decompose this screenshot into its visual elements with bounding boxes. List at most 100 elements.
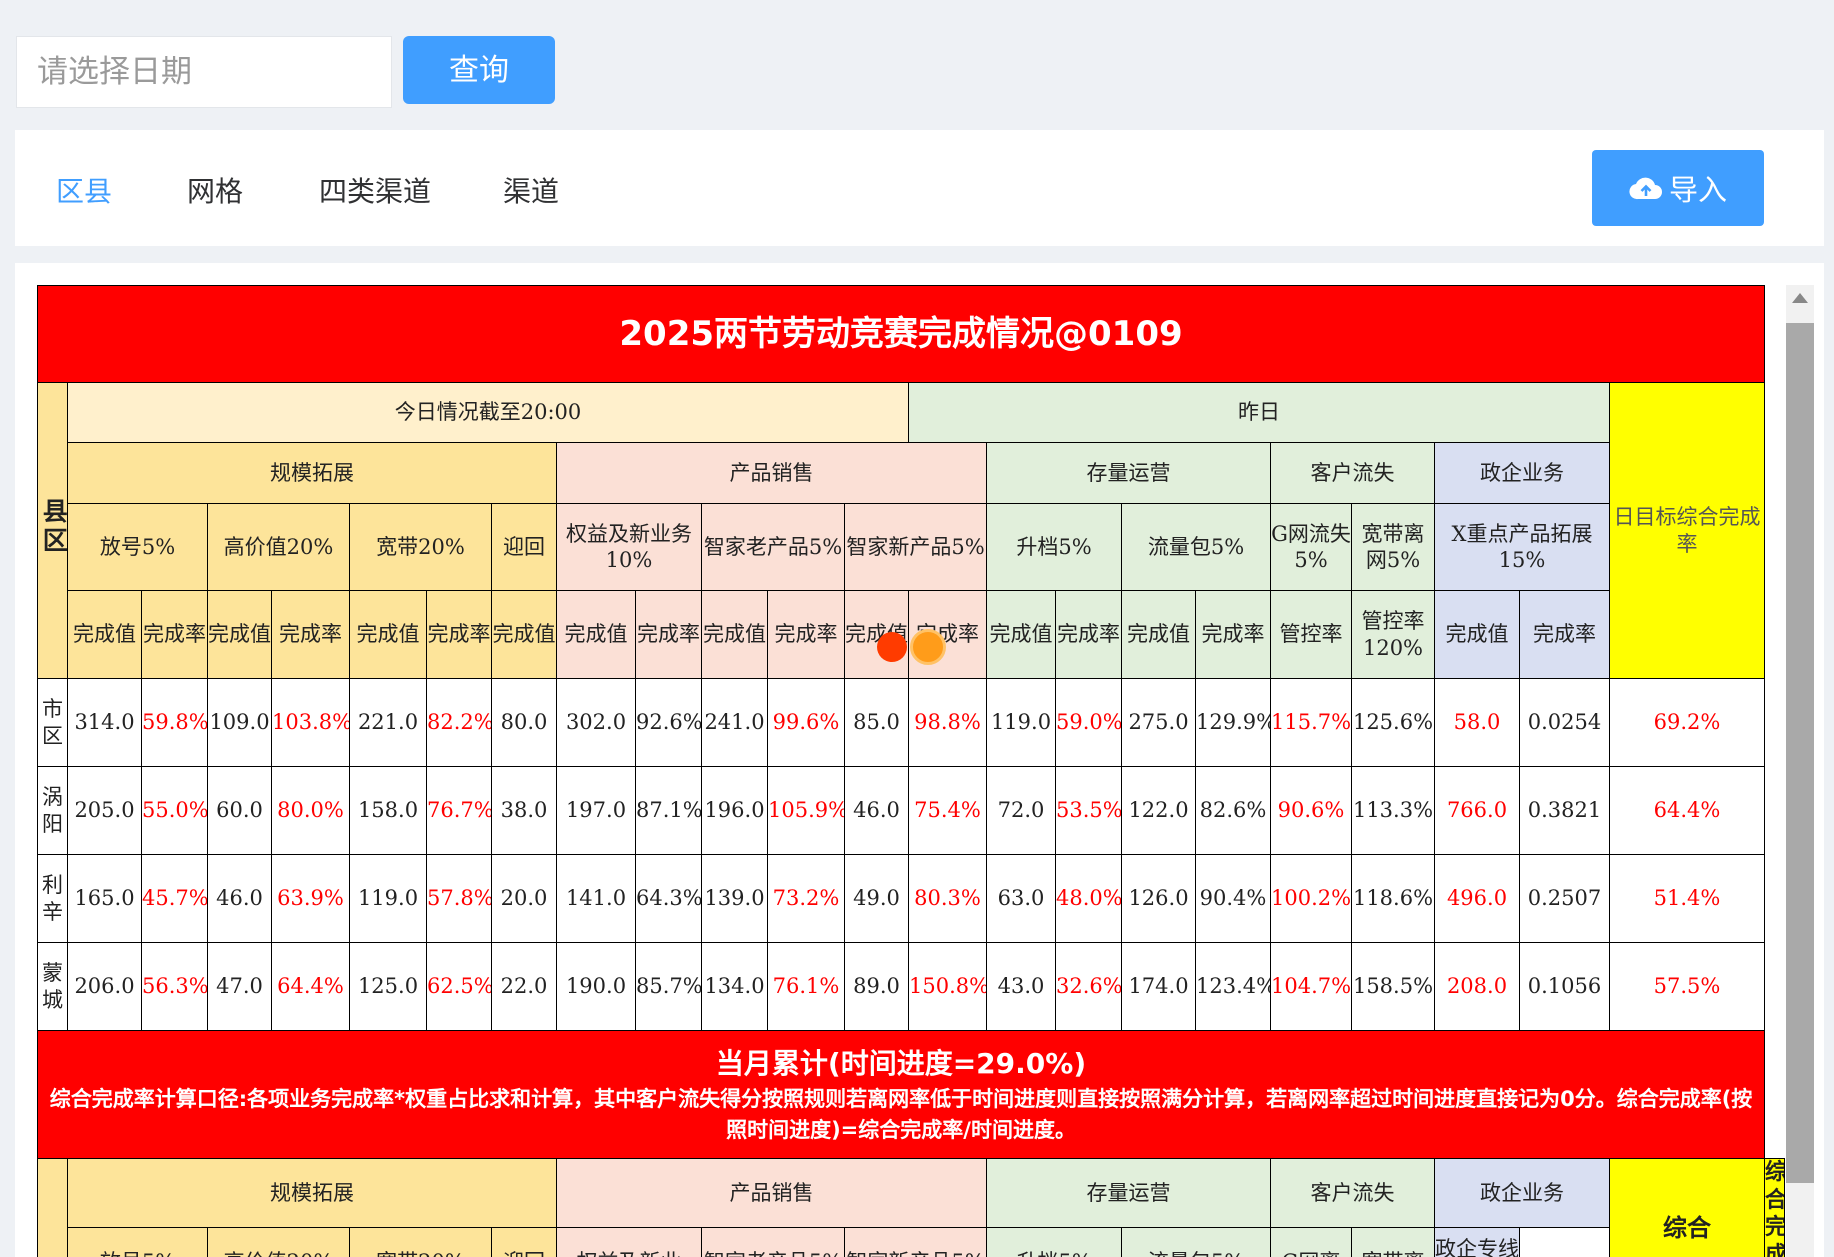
composite-header: 综合 <box>1608 1158 1766 1257</box>
month-title: 当月累计(时间进度=29.0%) <box>715 1046 1087 1080</box>
data-cell: 56.3% <box>141 942 208 1031</box>
metric-value: 完成值 <box>986 590 1056 679</box>
data-cell: 85.0 <box>844 678 909 767</box>
date-picker-input[interactable] <box>16 36 392 108</box>
data-cell: 22.0 <box>491 942 557 1031</box>
tab-channel[interactable]: 渠道 <box>503 170 559 210</box>
metric-value: 完成值 <box>207 590 272 679</box>
data-cell: 64.4% <box>271 942 350 1031</box>
cat-gov-2: 政企业务 <box>1434 1157 1610 1229</box>
data-cell: 46.0 <box>844 766 909 855</box>
data-cell: 119.0 <box>986 678 1056 767</box>
table-row: 涡阳 205.0 55.0% 60.0 80.0% 158.0 76.7% 38.0 197.0… <box>37 766 1785 855</box>
data-cell: 62.5% <box>426 942 492 1031</box>
data-cell: 119.0 <box>349 854 427 943</box>
metric-value: 完成值 <box>491 590 557 679</box>
data-cell: 241.0 <box>701 678 768 767</box>
metric-value: 完成值 <box>701 590 768 679</box>
sub-x-product: X重点产品拓展15% <box>1434 503 1610 591</box>
data-cell: 766.0 <box>1434 766 1520 855</box>
sub-shengdang: 升档5% <box>986 503 1122 591</box>
data-cell: 92.6% <box>635 678 702 767</box>
cloud-upload-icon <box>1629 177 1662 200</box>
cat-stock: 存量运营 <box>986 442 1271 504</box>
metric-control: 管控率 <box>1270 590 1352 679</box>
data-cell: 105.9% <box>767 766 845 855</box>
sub-gaojiazhi: 高价值20% <box>207 503 350 591</box>
data-cell: 122.0 <box>1121 766 1196 855</box>
data-cell: 73.2% <box>767 854 845 943</box>
data-cell: 63.0 <box>986 854 1056 943</box>
data-cell: 125.0 <box>349 942 427 1031</box>
scroll-up-arrow-icon[interactable] <box>1792 293 1808 303</box>
report-title: 2025两节劳动竞赛完成情况@0109 <box>36 285 1766 383</box>
import-button[interactable]: 导入 <box>1592 150 1764 226</box>
sub-g-churn-2: G网离 <box>1270 1227 1352 1257</box>
data-cell: 275.0 <box>1121 678 1196 767</box>
data-cell: 46.0 <box>207 854 272 943</box>
data-cell: 0.0254 <box>1519 678 1610 767</box>
cat-scale: 规模拓展 <box>67 442 557 504</box>
data-cell: 58.0 <box>1434 678 1520 767</box>
data-cell: 139.0 <box>701 854 768 943</box>
scrollbar-thumb[interactable] <box>1786 323 1814 1183</box>
data-cell: 190.0 <box>556 942 636 1031</box>
data-cell: 314.0 <box>67 678 142 767</box>
data-cell: 87.1% <box>635 766 702 855</box>
total-rate-cell: 69.2% <box>1608 678 1766 767</box>
tab-bar: 区县 网格 四类渠道 渠道 导入 <box>15 130 1824 246</box>
data-cell: 100.2% <box>1270 854 1352 943</box>
data-cell: 76.7% <box>426 766 492 855</box>
metric-rate: 完成率 <box>1519 590 1610 679</box>
data-cell: 48.0% <box>1055 854 1122 943</box>
vertical-scrollbar[interactable] <box>1786 285 1814 1257</box>
cat-product: 产品销售 <box>556 442 987 504</box>
county-header: 县区 <box>37 382 68 679</box>
data-cell: 49.0 <box>844 854 909 943</box>
data-cell: 76.1% <box>767 942 845 1031</box>
data-cell: 80.0 <box>491 678 557 767</box>
sub-gov-2: 政企专线+X重 <box>1434 1227 1520 1257</box>
metric-rate: 完成率 <box>635 590 702 679</box>
total-rate-cell: 51.4% <box>1608 854 1766 943</box>
data-cell: 80.0% <box>271 766 350 855</box>
sub-fanghao-2: 放号5% <box>67 1227 208 1257</box>
data-cell: 45.7% <box>141 854 208 943</box>
total-rate-cell: 57.5% <box>1608 942 1766 1031</box>
report-table-wrapper: 2025两节劳动竞赛完成情况@0109 县区 今日情况截至20:00 昨日 日目… <box>36 285 1785 1257</box>
total-rate-cell: 64.4% <box>1608 766 1766 855</box>
import-label: 导入 <box>1668 173 1727 207</box>
data-cell: 150.8% <box>908 942 987 1031</box>
yesterday-group-header: 昨日 <box>908 382 1610 443</box>
sub-kd-churn: 宽带离网5% <box>1351 503 1435 591</box>
data-cell: 43.0 <box>986 942 1056 1031</box>
sub-gaojiazhi-2: 高价值20% <box>207 1227 350 1257</box>
tab-grid[interactable]: 网格 <box>187 170 243 210</box>
data-cell: 174.0 <box>1121 942 1196 1031</box>
data-cell: 205.0 <box>67 766 142 855</box>
data-cell: 47.0 <box>207 942 272 1031</box>
sub-yinghui-2: 迎回 <box>491 1227 557 1257</box>
today-group-header: 今日情况截至20:00 <box>67 382 909 443</box>
data-cell: 165.0 <box>67 854 142 943</box>
metric-value: 完成值 <box>1121 590 1196 679</box>
county-cell: 市区 <box>37 678 68 767</box>
data-cell: 38.0 <box>491 766 557 855</box>
tab-county[interactable]: 区县 <box>56 170 112 210</box>
data-rows: 市区 314.0 59.8% 109.0 103.8% 221.0 82.2% 80.0 302… <box>37 678 1785 1031</box>
data-cell: 302.0 <box>556 678 636 767</box>
sub-g-churn: G网流失5% <box>1270 503 1352 591</box>
sub-zhijia-new-2: 智家新产品5% <box>844 1227 987 1257</box>
sub-kd-churn-2: 宽带离 <box>1351 1227 1435 1257</box>
data-cell: 158.5% <box>1351 942 1435 1031</box>
tab-four-channels[interactable]: 四类渠道 <box>319 170 431 210</box>
cat-churn-2: 客户流失 <box>1270 1157 1435 1229</box>
data-cell: 158.0 <box>349 766 427 855</box>
metric-value: 完成值 <box>556 590 636 679</box>
metric-rate: 完成率 <box>271 590 350 679</box>
metric-value: 完成值 <box>67 590 142 679</box>
data-cell: 197.0 <box>556 766 636 855</box>
data-cell: 85.7% <box>635 942 702 1031</box>
data-cell: 141.0 <box>556 854 636 943</box>
query-button[interactable]: 查询 <box>403 36 555 104</box>
